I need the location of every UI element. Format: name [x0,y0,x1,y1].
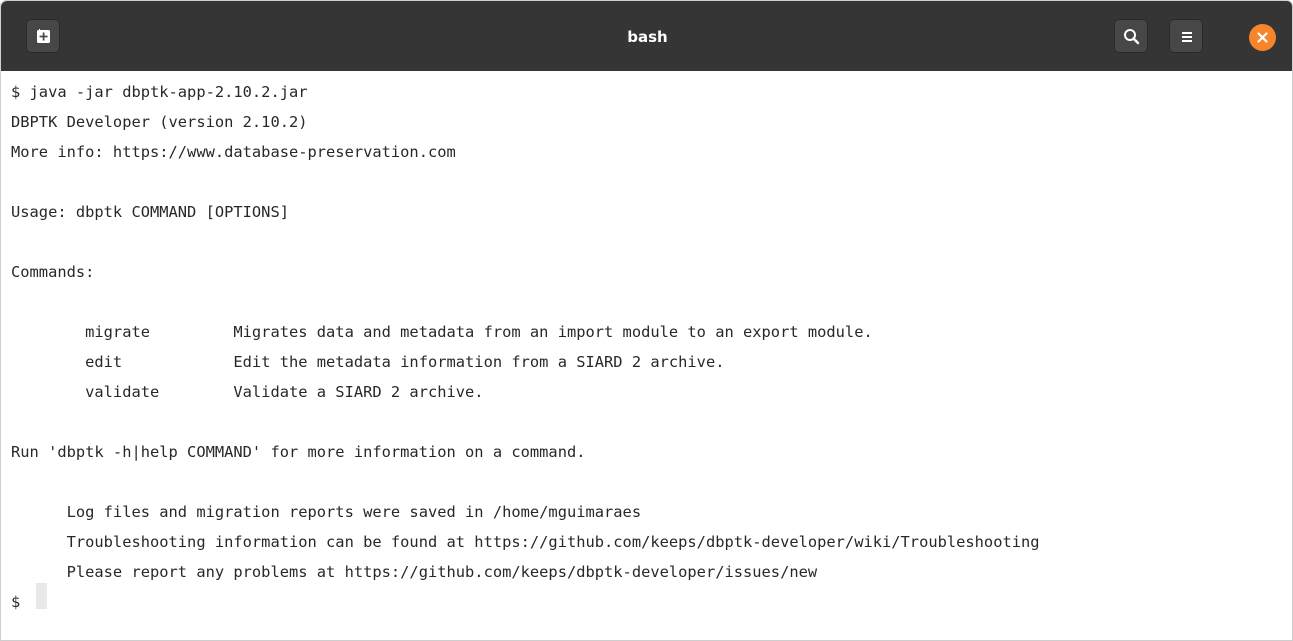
terminal-line: Commands: [11,263,95,281]
terminal-line: Please report any problems at https://gi… [11,563,818,581]
search-button[interactable] [1114,19,1148,53]
terminal-line: $ java -jar dbptk-app-2.10.2.jar [11,83,308,101]
hamburger-menu-icon [1182,32,1192,42]
terminal-line: validate Validate a SIARD 2 archive. [11,383,484,401]
text-cursor [36,583,47,609]
terminal-line: More info: https://www.database-preserva… [11,143,456,161]
terminal-line: Run 'dbptk -h|help COMMAND' for more inf… [11,443,586,461]
search-icon [1124,29,1140,45]
terminal-line: Usage: dbptk COMMAND [OPTIONS] [11,203,289,221]
menu-button[interactable] [1169,19,1203,53]
terminal-line: Troubleshooting information can be found… [11,533,1040,551]
close-icon [1257,32,1268,43]
terminal-line: edit Edit the metadata information from … [11,353,725,371]
terminal-line: Log files and migration reports were sav… [11,503,642,521]
terminal-line: migrate Migrates data and metadata from … [11,323,873,341]
terminal-window: bash $ java -jar dbptk-app-2.10.2.jar DB… [0,0,1293,641]
terminal-line: DBPTK Developer (version 2.10.2) [11,113,308,131]
header-bar: bash [1,1,1292,71]
terminal-output[interactable]: $ java -jar dbptk-app-2.10.2.jar DBPTK D… [11,77,1291,637]
close-button[interactable] [1249,24,1276,51]
prompt-line: $ [11,593,21,611]
window-title: bash [627,28,668,46]
